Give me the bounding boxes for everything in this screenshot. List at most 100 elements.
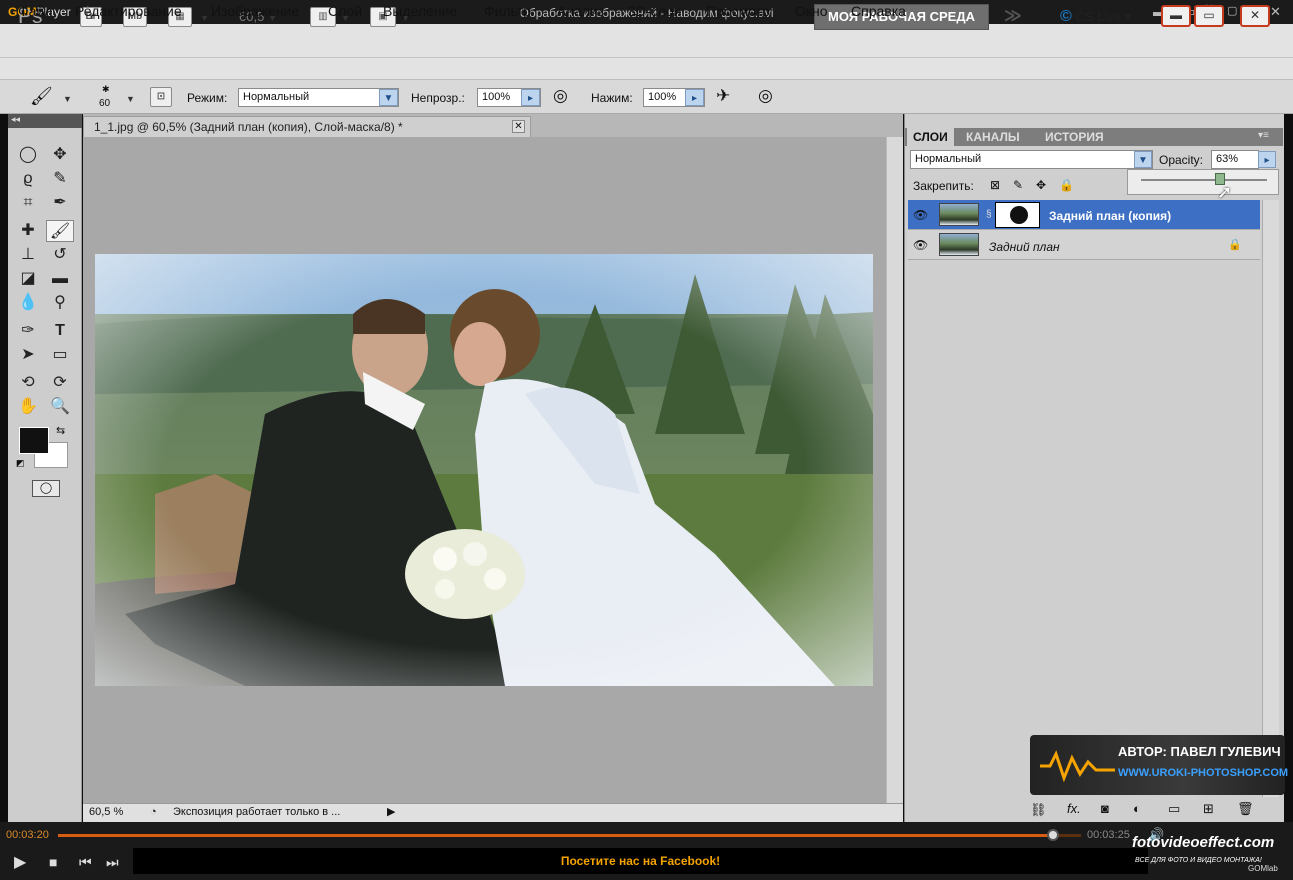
layer-thumbnail	[939, 203, 979, 226]
tools-panel-header[interactable]: ◂◂	[8, 114, 82, 128]
tablet-size-icon[interactable]: ◎	[758, 86, 773, 106]
tab-layers[interactable]: СЛОИ	[907, 128, 954, 146]
layer-mask-thumbnail[interactable]	[995, 202, 1040, 228]
compact-icon[interactable]: ▢	[1227, 4, 1237, 17]
menu-file[interactable]: Файл	[18, 3, 52, 19]
chevron-right-icon[interactable]: ▸	[1258, 151, 1276, 168]
menu-select[interactable]: Выделение	[383, 3, 457, 19]
cs-live-button[interactable]: © CS Live ▾	[1060, 8, 1131, 26]
chevron-down-icon[interactable]: ▼	[126, 94, 135, 104]
ps-close-button[interactable]: ✕	[1240, 5, 1270, 27]
quick-select-tool-icon[interactable]: ✎	[46, 168, 74, 190]
dodge-tool-icon[interactable]: ⚲	[46, 292, 74, 314]
menu-window[interactable]: Окно	[795, 3, 828, 19]
seek-thumb[interactable]	[1047, 829, 1059, 841]
close-icon[interactable]: ✕	[1270, 4, 1281, 20]
foreground-color-swatch[interactable]	[19, 427, 49, 454]
healing-tool-icon[interactable]: ✚	[14, 220, 42, 242]
hand-tool-icon[interactable]: ✋	[14, 396, 42, 418]
new-group-icon[interactable]: ▭	[1168, 801, 1180, 817]
menu-filter[interactable]: Фильтр	[484, 3, 531, 19]
tablet-opacity-icon[interactable]: ◎	[553, 86, 568, 106]
tab-channels[interactable]: КАНАЛЫ	[966, 130, 1020, 144]
history-brush-tool-icon[interactable]: ↺	[46, 244, 74, 266]
fx-icon[interactable]: fx.	[1067, 801, 1081, 816]
default-colors-icon[interactable]: ◩	[16, 458, 25, 469]
mode-select[interactable]: Нормальный	[238, 88, 399, 107]
status-info-icon[interactable]: ◔	[150, 806, 157, 818]
menu-view[interactable]: Просмотр	[706, 3, 770, 19]
chevron-right-icon[interactable]: ▸	[685, 89, 704, 106]
lock-transparency-icon[interactable]: ⊠	[990, 178, 1000, 192]
zoom-tool-icon[interactable]: 🔍	[46, 396, 74, 418]
gradient-tool-icon[interactable]: ▬	[46, 268, 74, 290]
quick-mask-icon[interactable]: ◯	[32, 480, 60, 497]
tab-history[interactable]: ИСТОРИЯ	[1045, 130, 1104, 144]
chevron-down-icon[interactable]: ▼	[1134, 151, 1152, 168]
blend-mode-select[interactable]: Нормальный	[910, 150, 1153, 169]
lock-all-icon[interactable]: 🔒	[1059, 178, 1074, 192]
menu-help[interactable]: Справка	[851, 3, 906, 19]
crop-tool-icon[interactable]: ⌗	[14, 192, 42, 214]
eye-icon[interactable]: 👁	[913, 238, 928, 252]
previous-icon[interactable]: ⏮	[79, 854, 92, 871]
lasso-tool-icon[interactable]: ϱ	[14, 168, 42, 190]
lock-pixels-icon[interactable]: ✎	[1013, 178, 1023, 192]
facebook-banner[interactable]: Посетите нас на Facebook!	[133, 848, 1148, 874]
chevron-down-icon[interactable]: ▼	[200, 13, 209, 23]
menu-edit[interactable]: Редактирование	[75, 3, 182, 19]
chevron-right-icon[interactable]: ▸	[521, 89, 540, 106]
shape-tool-icon[interactable]: ▭	[46, 344, 74, 366]
stamp-tool-icon[interactable]: ⊥	[14, 244, 42, 266]
menu-analysis[interactable]: Анализ	[557, 3, 604, 19]
opacity-slider-track[interactable]	[1141, 179, 1267, 181]
swap-colors-icon[interactable]: ⇆	[56, 424, 65, 437]
blur-tool-icon[interactable]: 💧	[14, 292, 42, 314]
lock-position-icon[interactable]: ✥	[1036, 178, 1046, 192]
3d-orbit-tool-icon[interactable]: ⟳	[46, 372, 74, 394]
layer-name[interactable]: Задний план (копия)	[1049, 209, 1171, 223]
add-mask-icon[interactable]: ◙	[1101, 801, 1109, 816]
ps-restore-button[interactable]: ▭	[1194, 5, 1224, 27]
play-icon[interactable]: ▶	[14, 852, 26, 872]
eye-icon[interactable]: 👁	[913, 208, 928, 222]
3d-rotate-tool-icon[interactable]: ⟲	[14, 372, 42, 394]
panel-menu-icon[interactable]: ▾≡	[1258, 130, 1269, 141]
brush-preset-icon[interactable]: 🖌	[30, 86, 53, 107]
stop-icon[interactable]: ■	[49, 854, 57, 870]
chevron-down-icon[interactable]: ▼	[63, 94, 72, 104]
type-tool-icon[interactable]: T	[46, 320, 74, 342]
brush-panel-icon[interactable]: ⊡	[150, 87, 172, 107]
status-menu-icon[interactable]: ▶	[387, 805, 395, 818]
menu-layer[interactable]: Слой	[328, 3, 362, 19]
chevron-down-icon[interactable]: ▼	[379, 89, 398, 106]
marquee-tool-icon[interactable]: ◯	[14, 144, 42, 166]
adjustment-layer-icon[interactable]: ◐	[1133, 801, 1141, 816]
document-tab[interactable]: 1_1.jpg @ 60,5% (Задний план (копия), Сл…	[83, 116, 531, 137]
path-select-tool-icon[interactable]: ➤	[14, 344, 42, 366]
trash-icon[interactable]: 🗑	[1237, 801, 1254, 817]
eraser-tool-icon[interactable]: ◪	[14, 268, 42, 290]
airbrush-icon[interactable]: ✈	[716, 86, 730, 106]
layer-name[interactable]: Задний план	[989, 240, 1060, 254]
new-layer-icon[interactable]: ⊞	[1203, 801, 1214, 817]
total-time: 00:03:25	[1087, 829, 1130, 841]
menu-image[interactable]: Изображение	[211, 3, 299, 19]
more-workspaces-icon[interactable]: ≫	[1004, 6, 1022, 26]
move-tool-icon[interactable]: ✥	[46, 144, 74, 166]
watermark-author: АВТОР: ПАВЕЛ ГУЛЕВИЧ	[1118, 744, 1281, 759]
vertical-scrollbar[interactable]	[886, 137, 903, 805]
pen-tool-icon[interactable]: ✑	[14, 320, 42, 342]
menu-3d[interactable]: 3D-слои	[628, 3, 682, 19]
status-zoom[interactable]: 60,5 %	[89, 806, 123, 818]
link-layers-icon[interactable]: ⛓	[1030, 802, 1047, 818]
link-icon[interactable]: §	[986, 209, 992, 220]
ps-minimize-button[interactable]: ▬	[1161, 5, 1191, 27]
brush-tool-icon[interactable]: 🖌	[46, 220, 74, 242]
layer-opacity-input[interactable]: 63%	[1211, 150, 1259, 169]
next-icon[interactable]: ⏭	[106, 854, 119, 871]
close-tab-icon[interactable]: ✕	[512, 120, 525, 133]
layers-scrollbar[interactable]	[1262, 200, 1279, 797]
layer-thumbnail	[939, 233, 979, 256]
eyedropper-tool-icon[interactable]: ✒	[46, 192, 74, 214]
